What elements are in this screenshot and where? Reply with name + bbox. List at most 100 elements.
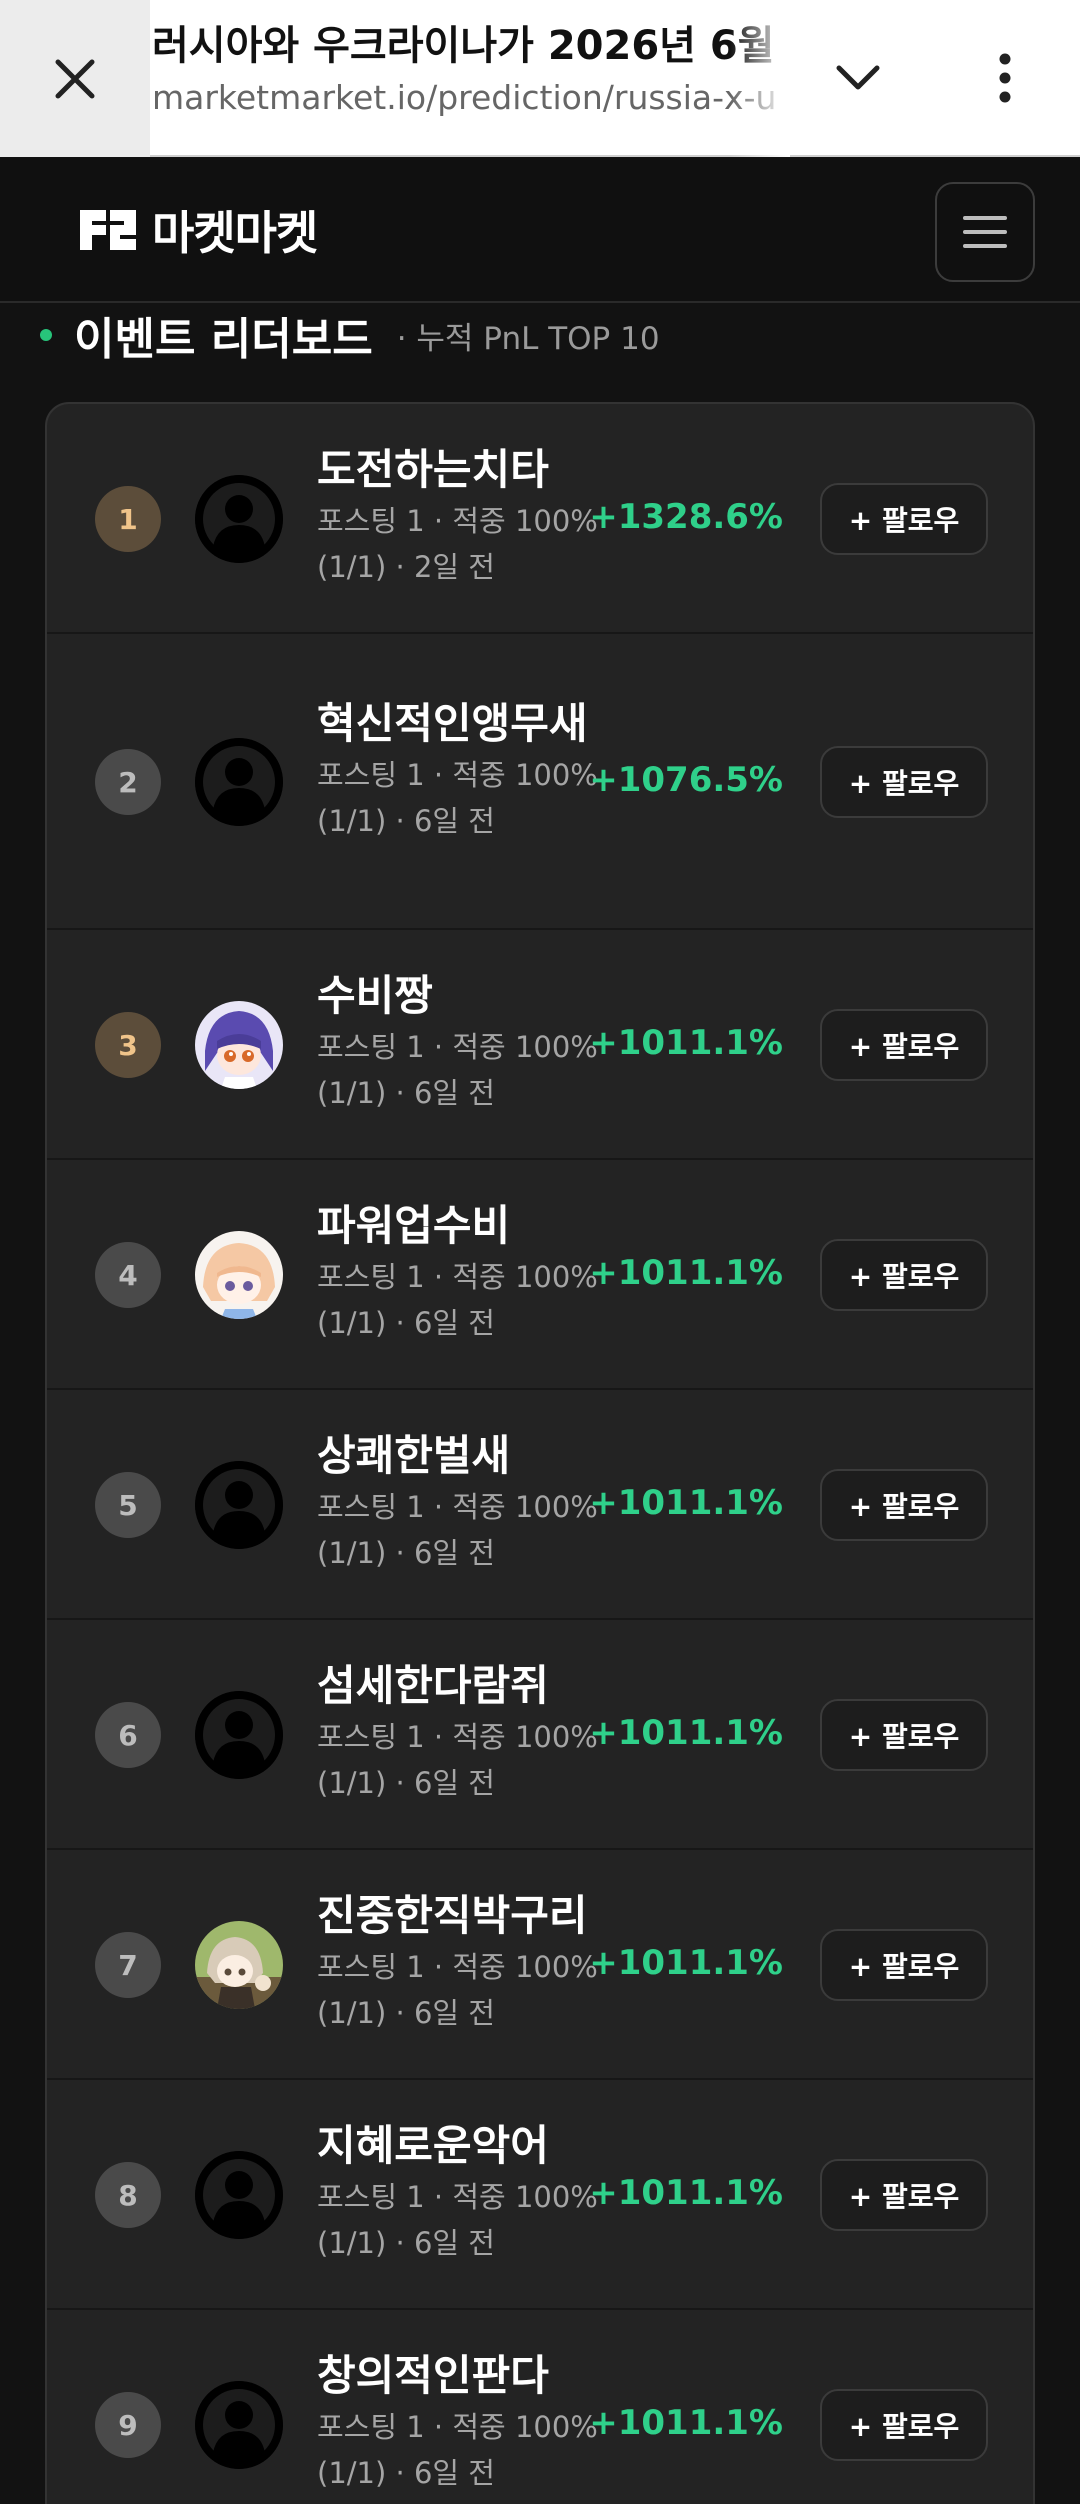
avatar[interactable] — [195, 1231, 283, 1319]
leaderboard-heading: 이벤트 리더보드 · 누적 PnL TOP 10 — [40, 300, 660, 370]
rank-badge: 3 — [95, 1012, 161, 1078]
default-avatar-icon — [195, 1461, 283, 1549]
avatar[interactable] — [195, 475, 283, 563]
rank-badge: 1 — [95, 486, 161, 552]
title-fade — [730, 0, 790, 157]
default-avatar-icon — [195, 1691, 283, 1779]
page-title: 러시아와 우크라이나가 2026년 6월 — [152, 23, 775, 69]
leaderboard-row[interactable]: 2 혁신적인앵무새포스팅 1 · 적중 100% (1/1) · 6일 전 +107… — [47, 634, 1033, 930]
user-name[interactable]: 상쾌한벌새 — [317, 1428, 607, 1484]
user-stats: 포스팅 1 · 적중 100% (1/1) · 6일 전 — [317, 1950, 598, 2030]
avatar[interactable] — [195, 1461, 283, 1549]
user-info: 도전하는치타포스팅 1 · 적중 100% (1/1) · 2일 전 — [317, 442, 607, 590]
rank-badge: 5 — [95, 1472, 161, 1538]
user-name[interactable]: 섬세한다람쥐 — [317, 1658, 607, 1714]
follow-button[interactable]: + 팔로우 — [820, 1239, 988, 1311]
pnl-value: +1011.1% — [589, 1253, 783, 1293]
user-stats: 포스팅 1 · 적중 100% (1/1) · 6일 전 — [317, 1260, 598, 1340]
follow-button[interactable]: + 팔로우 — [820, 2389, 988, 2461]
avatar[interactable] — [195, 2381, 283, 2469]
user-name[interactable]: 창의적인판다 — [317, 2348, 607, 2404]
user-info: 지혜로운악어포스팅 1 · 적중 100% (1/1) · 6일 전 — [317, 2118, 607, 2266]
user-avatar-icon — [195, 1921, 283, 2009]
pnl-value: +1011.1% — [589, 1023, 783, 1063]
pnl-value: +1011.1% — [589, 1943, 783, 1983]
user-name[interactable]: 혁신적인앵무새 — [317, 696, 607, 752]
user-stats: 포스팅 1 · 적중 100% (1/1) · 6일 전 — [317, 2410, 598, 2490]
browser-toolbar: 러시아와 우크라이나가 2026년 6월 marketmarket.io/pre… — [0, 0, 1080, 157]
site-header: 마켓마켓 — [0, 158, 1080, 303]
browser-address[interactable]: 러시아와 우크라이나가 2026년 6월 marketmarket.io/pre… — [152, 18, 777, 122]
user-stats: 포스팅 1 · 적중 100% (1/1) · 6일 전 — [317, 1720, 598, 1800]
leaderboard-row[interactable]: 3 수비짱포스팅 1 · 적중 100% (1/1) · 6일 전 +1011.1%… — [47, 930, 1033, 1160]
leaderboard-row[interactable]: 8 지혜로운악어 포스팅 1 · 적중 100% (1/1) · 6일 전 +1011… — [47, 2080, 1033, 2310]
avatar[interactable] — [195, 1001, 283, 1089]
pnl-value: +1011.1% — [589, 1483, 783, 1523]
user-info: 수비짱포스팅 1 · 적중 100% (1/1) · 6일 전 — [317, 968, 607, 1116]
leaderboard-card: 1 도전하는치타포스팅 1 · 적중 100% (1/1) · 2일 전 +1328… — [45, 402, 1035, 2504]
rank-badge: 7 — [95, 1932, 161, 1998]
user-name[interactable]: 도전하는치타 — [317, 442, 607, 498]
leaderboard-row[interactable]: 7 진중한직박구리포스팅 1 · 적중 100% (1/1) · 6일 전 +101… — [47, 1850, 1033, 2080]
user-info: 진중한직박구리포스팅 1 · 적중 100% (1/1) · 6일 전 — [317, 1888, 607, 2036]
pnl-value: +1328.6% — [589, 497, 783, 537]
user-info: 혁신적인앵무새포스팅 1 · 적중 100% (1/1) · 6일 전 — [317, 696, 607, 844]
live-dot-icon — [40, 329, 52, 341]
menu-button[interactable] — [935, 182, 1035, 282]
follow-button[interactable]: + 팔로우 — [820, 746, 988, 818]
user-stats: 포스팅 1 · 적중 100% (1/1) · 2일 전 — [317, 504, 598, 584]
logo-text: 마켓마켓 — [152, 206, 318, 260]
site-logo[interactable]: 마켓마켓 — [78, 200, 318, 260]
rank-badge: 9 — [95, 2392, 161, 2458]
pnl-value: +1011.1% — [589, 1713, 783, 1753]
more-vertical-icon — [999, 53, 1011, 103]
default-avatar-icon — [195, 2151, 283, 2239]
rank-badge: 2 — [95, 749, 161, 815]
user-avatar-icon — [195, 1231, 283, 1319]
logo-mark-icon — [80, 210, 136, 250]
expand-button[interactable] — [820, 40, 896, 116]
user-name[interactable]: 진중한직박구리 — [317, 1888, 607, 1944]
default-avatar-icon — [195, 2381, 283, 2469]
user-name[interactable]: 파워업수비 — [317, 1198, 607, 1254]
user-name[interactable]: 지혜로운악어 — [317, 2118, 607, 2174]
more-options-button[interactable] — [970, 40, 1040, 116]
user-name[interactable]: 수비짱 — [317, 968, 607, 1024]
user-info: 창의적인판다포스팅 1 · 적중 100% (1/1) · 6일 전 — [317, 2348, 607, 2496]
rank-badge: 8 — [95, 2162, 161, 2228]
user-stats: 포스팅 1 · 적중 100% (1/1) · 6일 전 — [317, 1030, 598, 1110]
default-avatar-icon — [195, 738, 283, 826]
leaderboard-row[interactable]: 5 상쾌한벌새 포스팅 1 · 적중 100% (1/1) · 6일 전 +1011.… — [47, 1390, 1033, 1620]
page-url: marketmarket.io/prediction/russia-x-uk — [152, 78, 777, 117]
default-avatar-icon — [195, 475, 283, 563]
user-stats: 포스팅 1 · 적중 100% (1/1) · 6일 전 — [317, 2180, 598, 2260]
close-tab-button[interactable] — [0, 0, 150, 157]
avatar[interactable] — [195, 738, 283, 826]
user-info: 섬세한다람쥐포스팅 1 · 적중 100% (1/1) · 6일 전 — [317, 1658, 607, 1806]
user-info: 파워업수비포스팅 1 · 적중 100% (1/1) · 6일 전 — [317, 1198, 607, 1346]
leaderboard-row[interactable]: 6 섬세한다람쥐 포스팅 1 · 적중 100% (1/1) · 6일 전 +1011… — [47, 1620, 1033, 1850]
pnl-value: +1076.5% — [589, 760, 783, 800]
follow-button[interactable]: + 팔로우 — [820, 1469, 988, 1541]
hamburger-icon — [963, 216, 1007, 248]
leaderboard-row[interactable]: 1 도전하는치타포스팅 1 · 적중 100% (1/1) · 2일 전 +1328… — [47, 404, 1033, 634]
user-avatar-icon — [195, 1001, 283, 1089]
follow-button[interactable]: + 팔로우 — [820, 1009, 988, 1081]
follow-button[interactable]: + 팔로우 — [820, 2159, 988, 2231]
follow-button[interactable]: + 팔로우 — [820, 1929, 988, 2001]
follow-button[interactable]: + 팔로우 — [820, 1699, 988, 1771]
user-info: 상쾌한벌새 포스팅 1 · 적중 100% (1/1) · 6일 전 — [317, 1428, 607, 1576]
avatar[interactable] — [195, 2151, 283, 2239]
user-stats: 포스팅 1 · 적중 100% (1/1) · 6일 전 — [317, 758, 598, 838]
rank-badge: 4 — [95, 1242, 161, 1308]
leaderboard-row[interactable]: 4 파워업수비포스팅 1 · 적중 100% (1/1) · 6일 전 +1011.… — [47, 1160, 1033, 1390]
avatar[interactable] — [195, 1921, 283, 2009]
section-title: 이벤트 리더보드 — [74, 314, 373, 365]
close-icon — [55, 59, 95, 98]
avatar[interactable] — [195, 1691, 283, 1779]
chevron-down-icon — [836, 65, 880, 90]
leaderboard-row[interactable]: 9 창의적인판다포스팅 1 · 적중 100% (1/1) · 6일 전 +1011… — [47, 2310, 1033, 2504]
follow-button[interactable]: + 팔로우 — [820, 483, 988, 555]
pnl-value: +1011.1% — [589, 2403, 783, 2443]
section-subtitle: · 누적 PnL TOP 10 — [396, 320, 660, 357]
